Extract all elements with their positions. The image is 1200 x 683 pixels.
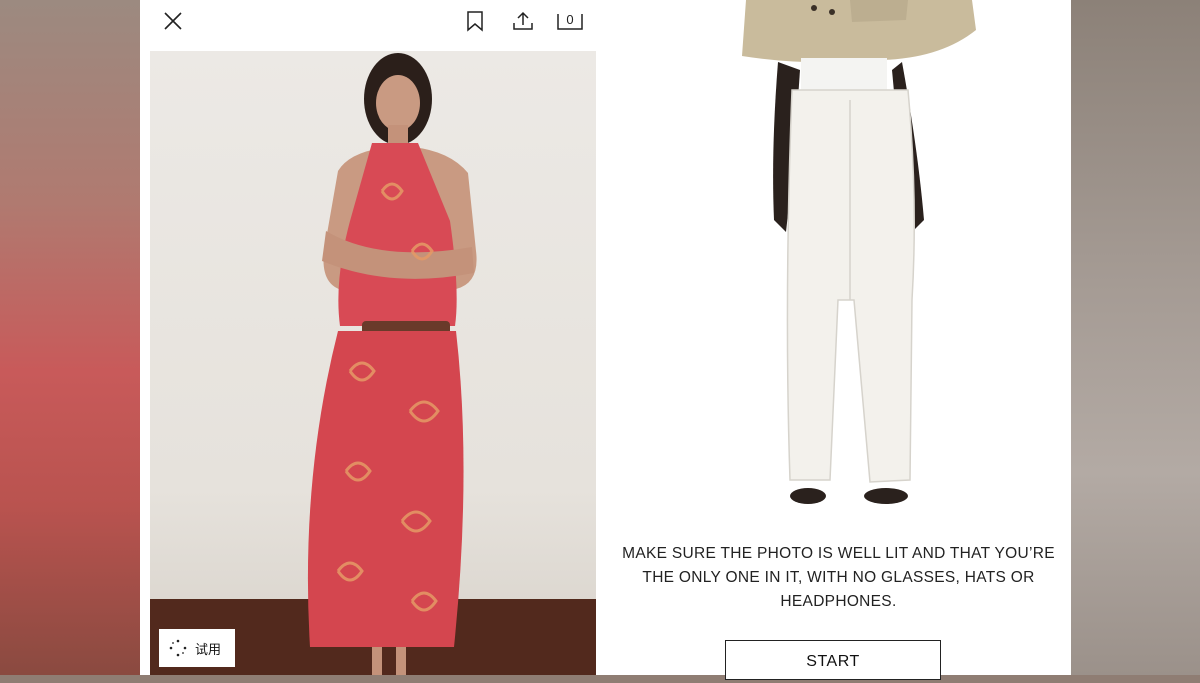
shopping-bag-button[interactable]: 0 [554, 8, 586, 34]
model-in-white-jeans-illustration [742, 0, 976, 504]
instructions-line-3: HEADPHONES. [780, 593, 897, 610]
bookmark-button[interactable] [462, 8, 488, 34]
bookmark-icon [467, 11, 483, 32]
product-page-panel: 0 试用 [140, 0, 606, 675]
top-bar: 0 [140, 0, 606, 44]
close-button[interactable] [160, 8, 186, 34]
share-icon [513, 11, 533, 30]
instructions-line-1: MAKE SURE THE PHOTO IS WELL LIT AND THAT… [622, 545, 1055, 562]
start-button[interactable]: START [725, 640, 941, 680]
product-photo[interactable] [150, 51, 596, 675]
blurred-backdrop-right [1071, 0, 1200, 675]
try-on-button[interactable]: 试用 [159, 629, 235, 667]
instructions-line-2: THE ONLY ONE IN IT, WITH NO GLASSES, HAT… [642, 569, 1035, 586]
blurred-backdrop-left [0, 0, 140, 675]
try-on-intro-panel: MAKE SURE THE PHOTO IS WELL LIT AND THAT… [606, 0, 1071, 680]
try-on-label: 试用 [195, 641, 222, 657]
bag-count: 0 [566, 12, 574, 27]
sparkle-dots-icon [169, 639, 187, 657]
share-button[interactable] [509, 7, 537, 35]
try-on-instructions: MAKE SURE THE PHOTO IS WELL LIT AND THAT… [606, 542, 1071, 614]
model-in-paisley-dress-illustration [150, 53, 596, 675]
close-icon [164, 12, 182, 30]
